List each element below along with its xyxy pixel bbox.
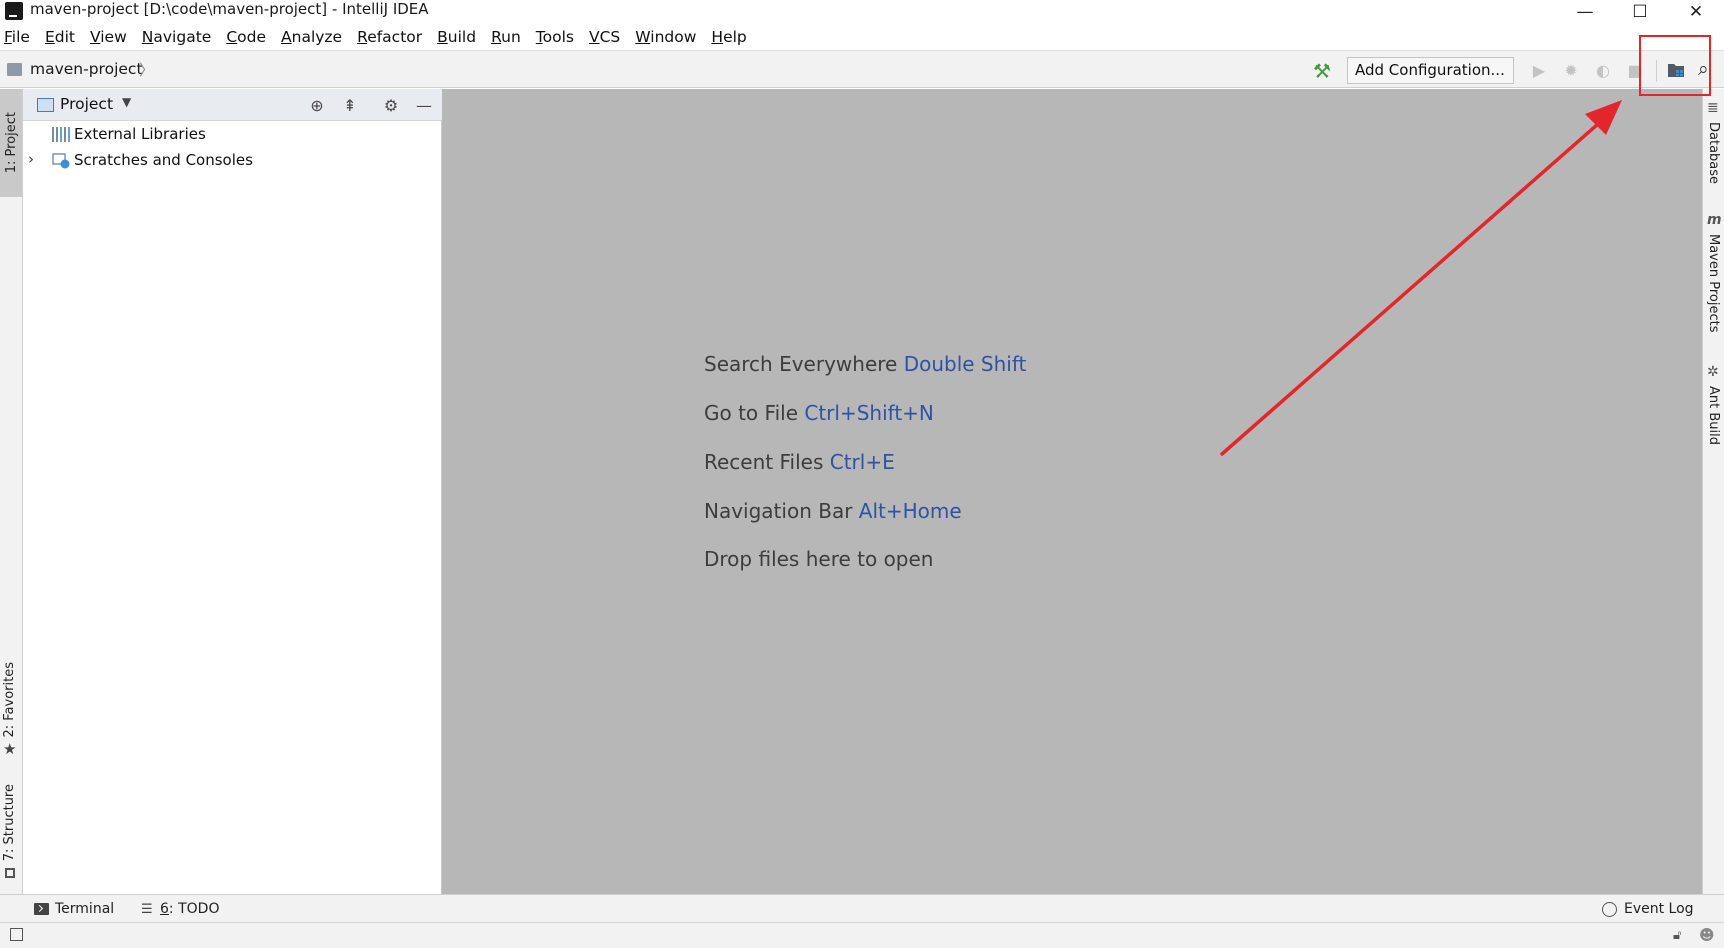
toggle-tool-windows-icon[interactable] [10,928,23,941]
tab-project[interactable]: 1: Project [0,89,22,197]
status-bar [0,922,1724,948]
hint-search-everywhere: Search Everywhere Double Shift [704,352,1026,376]
editor-empty-area[interactable] [442,89,1702,894]
menu-analyze[interactable]: Analyze [281,28,342,46]
hint-text: Go to File [704,401,798,425]
hide-panel-icon[interactable]: — [413,94,435,116]
project-view-selector[interactable]: Project [60,95,113,113]
hint-text: Navigation Bar [704,499,853,523]
collapse-all-icon[interactable]: ⇞ [339,94,361,116]
hint-shortcut: Ctrl+Shift+N [804,401,934,425]
menu-build[interactable]: Build [437,28,476,46]
inspector-icon[interactable]: ☻ [1699,926,1715,944]
scratches-icon [52,153,70,169]
menu-tools[interactable]: Tools [536,28,574,46]
add-configuration-button[interactable]: Add Configuration... [1347,57,1514,84]
hint-text: Search Everywhere [704,352,898,376]
maximize-button[interactable]: ☐ [1612,0,1668,24]
tab-todo-number: 6 [160,901,169,917]
structure-icon [5,868,15,878]
tab-terminal[interactable]: Terminal [55,901,114,917]
hint-shortcut: Ctrl+E [829,450,895,474]
breadcrumb-project[interactable]: maven-project [30,60,143,78]
event-log-icon [1602,902,1617,917]
locate-file-icon[interactable]: ⊕ [306,94,328,116]
hint-text: Recent Files [704,450,824,474]
menu-navigate[interactable]: Navigate [142,28,212,46]
right-tool-stripe [1702,89,1724,894]
debug-icon[interactable]: ✹ [1559,58,1583,82]
tab-ant-build[interactable]: Ant Build [1706,386,1721,445]
tab-project-label: 1: Project [3,112,19,174]
hint-shortcut: Double Shift [903,352,1027,376]
close-button[interactable]: ✕ [1668,0,1724,24]
chevron-down-icon[interactable]: ▼ [122,95,131,109]
star-icon: ★ [3,740,17,758]
project-folder-icon [7,63,22,76]
coverage-icon[interactable]: ◐ [1591,58,1615,82]
maven-icon: m [1707,212,1722,228]
intellij-logo-icon [5,2,23,20]
tab-todo[interactable]: 6: TODO [160,901,219,917]
database-icon: ≣ [1707,100,1719,116]
project-tool-window [23,89,442,894]
annotation-highlight-box [1639,35,1711,96]
lock-icon[interactable]: 🔓︎ [1673,928,1681,943]
hint-go-to-file: Go to File Ctrl+Shift+N [704,401,934,425]
tab-structure-label: 7: Structure [2,784,17,862]
tab-todo-label: : TODO [168,901,220,917]
tree-item-label: Scratches and Consoles [74,151,253,169]
menu-help[interactable]: Help [711,28,746,46]
terminal-icon [34,903,49,915]
menu-code[interactable]: Code [226,28,266,46]
menu-edit[interactable]: Edit [45,28,75,46]
left-tool-stripe [0,89,23,894]
menu-file[interactable]: File [4,28,30,46]
hint-text: Drop files here to open [704,547,934,571]
bottom-tool-stripe [0,894,1724,922]
tab-maven-projects[interactable]: Maven Projects [1706,234,1721,333]
menu-vcs[interactable]: VCS [589,28,620,46]
hint-recent-files: Recent Files Ctrl+E [704,450,895,474]
tree-item-label: External Libraries [74,125,206,143]
tree-item-external-libraries[interactable]: External Libraries [23,122,442,148]
menu-window[interactable]: Window [635,28,696,46]
hint-navigation-bar: Navigation Bar Alt+Home [704,499,962,523]
tab-database[interactable]: Database [1706,122,1721,184]
ant-icon: ✲ [1707,364,1719,380]
gear-icon[interactable]: ⚙ [380,94,402,116]
project-view-icon [37,98,54,112]
hint-drop-files: Drop files here to open [704,547,933,571]
tree-item-scratches[interactable]: › Scratches and Consoles [23,148,442,174]
menu-view[interactable]: View [90,28,127,46]
hint-shortcut: Alt+Home [858,499,962,523]
breadcrumb-separator: 〉 [139,61,155,79]
menu-run[interactable]: Run [491,28,521,46]
menu-refactor[interactable]: Refactor [357,28,422,46]
hammer-icon[interactable]: ⚒ [1313,59,1331,83]
libraries-icon [52,127,70,142]
title-bar: maven-project [D:\code\maven-project] - … [0,0,1724,24]
tab-favorites[interactable]: 2: Favorites [2,662,17,742]
menu-bar: File Edit View Navigate Code Analyze Ref… [0,24,1724,50]
minimize-button[interactable]: — [1557,0,1613,24]
tab-event-log[interactable]: Event Log [1624,901,1694,917]
tab-structure[interactable]: 7: Structure [2,784,17,865]
list-icon: ☰ [141,902,153,917]
window-title: maven-project [D:\code\maven-project] - … [30,0,429,18]
tab-favorites-label: 2: Favorites [2,662,17,738]
chevron-right-icon[interactable]: › [28,150,34,168]
run-icon[interactable]: ▶ [1527,58,1551,82]
